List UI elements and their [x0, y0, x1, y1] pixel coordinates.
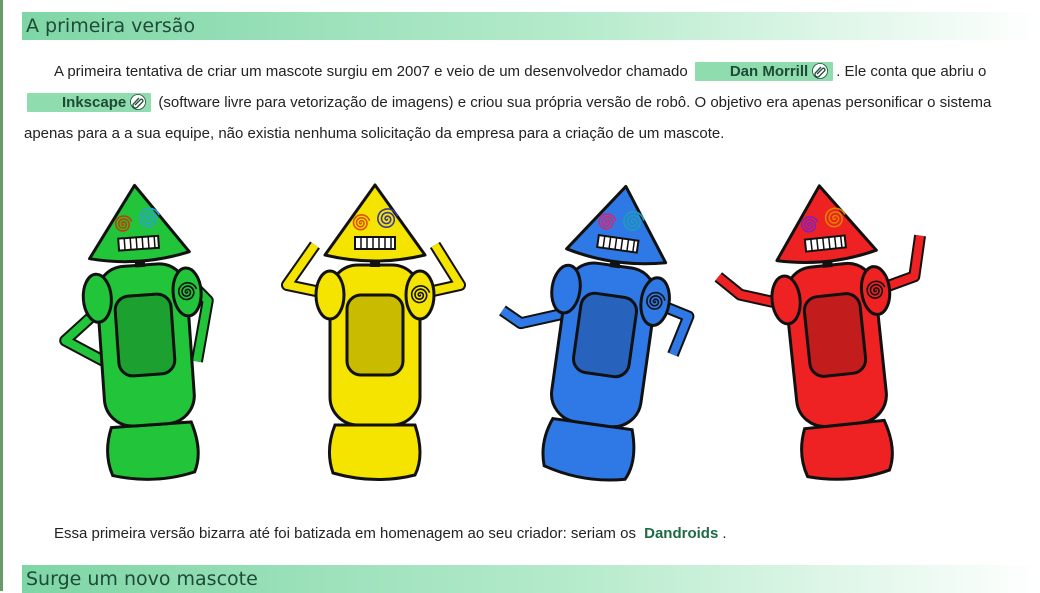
link-label: Dan Morrill	[729, 63, 809, 80]
section-header-primeira-versao: A primeira versão	[22, 12, 1040, 40]
section-title: Surge um novo mascote	[26, 568, 258, 590]
red-robot	[714, 184, 927, 481]
paragraph-text: . Ele conta que abriu o	[836, 63, 987, 80]
inkscape-link[interactable]: Inkscape	[27, 93, 152, 112]
link-label: Inkscape	[62, 94, 127, 111]
paragraph-text: A primeira tentativa de criar um mascote…	[54, 63, 688, 80]
page-left-border	[0, 0, 3, 591]
dandroids-robots-illustration	[59, 183, 927, 482]
intro-paragraph: A primeira tentativa de criar um mascote…	[24, 56, 1030, 149]
paragraph-text: .	[722, 525, 727, 542]
paragraph-text: Essa primeira versão bizarra até foi bat…	[54, 525, 636, 542]
green-robot	[59, 183, 214, 481]
paragraph-text: (software livre para vetorização de imag…	[24, 94, 992, 142]
section-title: A primeira versão	[26, 15, 196, 37]
paperclip-icon	[130, 94, 147, 110]
dandroids-paragraph: Essa primeira versão bizarra até foi bat…	[54, 518, 1040, 549]
yellow-robot	[281, 183, 466, 481]
section-header-novo-mascote: Surge um novo mascote	[22, 565, 1040, 593]
blue-robot	[499, 184, 695, 482]
paperclip-icon	[812, 63, 829, 79]
dandroids-link[interactable]: Dandroids	[644, 525, 718, 542]
dan-morrill-link[interactable]: Dan Morrill	[694, 62, 834, 81]
